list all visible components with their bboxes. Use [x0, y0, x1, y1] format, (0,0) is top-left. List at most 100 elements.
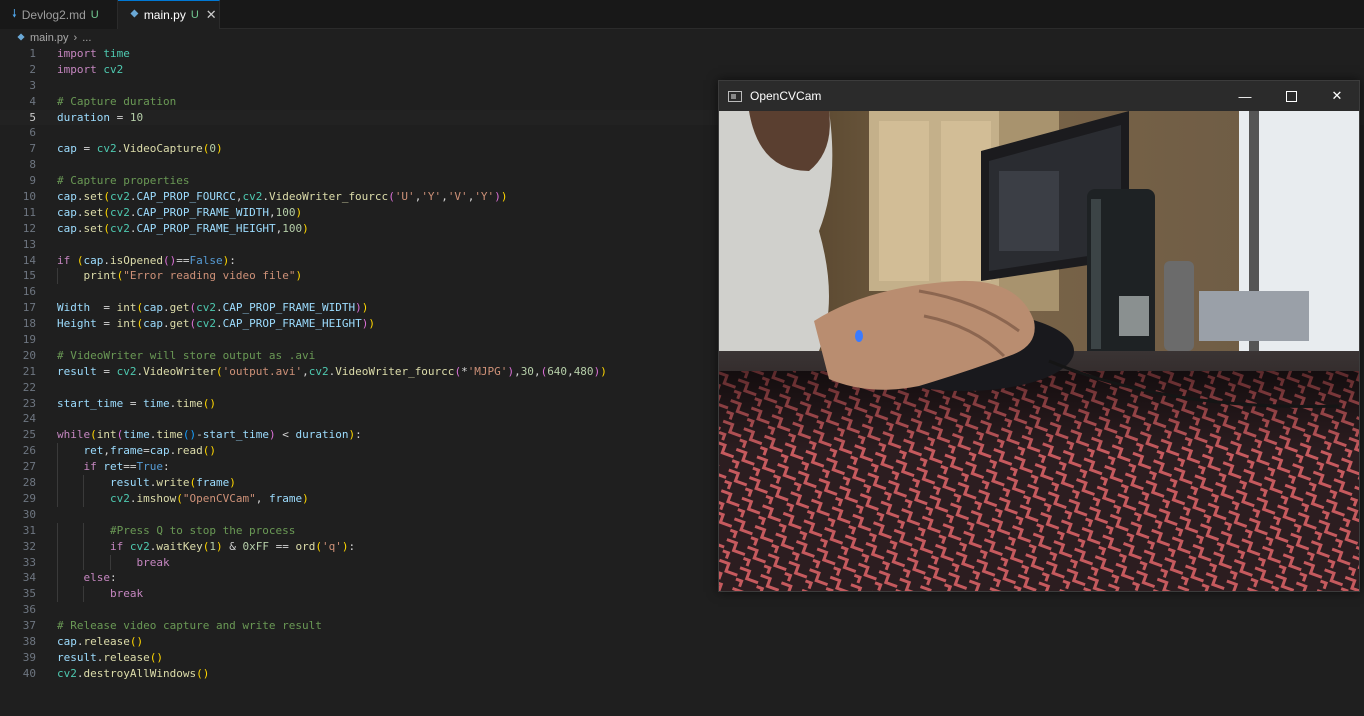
code-text: break: [109, 587, 144, 601]
line-number: 35: [22, 587, 36, 601]
code-text: # Release video capture and write result: [57, 619, 322, 633]
code-line[interactable]: 36: [0, 602, 1364, 618]
code-text: cv2.destroyAllWindows(): [57, 666, 210, 680]
line-number: 21: [22, 364, 36, 378]
maximize-button[interactable]: [1268, 81, 1314, 111]
line-number: 12: [22, 221, 36, 235]
code-text: result.release(): [57, 650, 163, 664]
camera-frame-image: [719, 111, 1359, 591]
code-line[interactable]: 37 # Release video capture and write resu…: [0, 618, 1364, 634]
code-line[interactable]: 1 import time: [0, 46, 1364, 62]
line-number: 30: [22, 507, 36, 521]
code-text: # Capture duration: [57, 94, 177, 108]
line-number: 36: [22, 603, 36, 617]
code-line[interactable]: 2 import cv2: [0, 62, 1364, 78]
close-icon: ✕: [1331, 88, 1343, 103]
line-number: 39: [22, 650, 36, 664]
code-text: print("Error reading video file"): [83, 269, 303, 283]
code-text: cap.set(cv2.CAP_PROP_FRAME_HEIGHT,100): [57, 221, 309, 235]
code-text: Width = int(cap.get(cv2.CAP_PROP_FRAME_W…: [57, 301, 369, 315]
tab-label: Devlog2.md: [21, 7, 86, 22]
tab-devlog2-md[interactable]: 🠗 Devlog2.md U: [0, 0, 118, 29]
line-number: 40: [22, 666, 36, 680]
line-number: 22: [22, 380, 36, 394]
opencv-window-titlebar[interactable]: OpenCVCam — ✕: [719, 81, 1359, 111]
line-number: 32: [22, 539, 36, 553]
line-number: 2: [29, 62, 36, 76]
code-line[interactable]: 39 result.release(): [0, 650, 1364, 666]
code-text: import cv2: [57, 62, 124, 76]
code-text: cv2.imshow("OpenCVCam", frame): [109, 491, 309, 505]
code-text: # Capture properties: [57, 174, 190, 188]
camera-feed: [719, 111, 1359, 591]
untracked-badge: U: [190, 9, 199, 21]
code-text: import time: [57, 47, 130, 60]
code-text: Height = int(cap.get(cv2.CAP_PROP_FRAME_…: [57, 317, 375, 331]
line-number: 13: [22, 237, 36, 251]
code-text: #Press Q to stop the process: [109, 523, 296, 537]
code-text: if cv2.waitKey(1) & 0xFF == ord('q'):: [109, 539, 356, 553]
line-number: 6: [29, 126, 36, 140]
line-number: 9: [29, 174, 36, 188]
code-text: while(int(time.time()-start_time) < dura…: [57, 428, 362, 442]
line-number: 16: [22, 285, 36, 299]
line-number: 20: [22, 348, 36, 362]
code-text: ret,frame=cap.read(): [83, 444, 217, 458]
line-number: 14: [22, 253, 36, 267]
tab-main-py[interactable]: ⯁ main.py U ✕: [118, 0, 220, 29]
line-number: 28: [22, 476, 36, 490]
minimize-icon: —: [1238, 88, 1252, 104]
maximize-icon: [1285, 90, 1297, 102]
line-number: 5: [29, 110, 36, 124]
line-number: 37: [22, 619, 36, 633]
code-text: start_time = time.time(): [57, 396, 216, 410]
opencv-window[interactable]: OpenCVCam — ✕: [718, 80, 1360, 592]
line-number: 19: [22, 333, 36, 347]
line-number: 8: [29, 158, 36, 172]
line-number: 15: [22, 269, 36, 283]
line-number: 18: [22, 317, 36, 331]
code-text: cap = cv2.VideoCapture(0): [57, 142, 223, 156]
line-number: 25: [22, 428, 36, 442]
code-line[interactable]: 40 cv2.destroyAllWindows(): [0, 666, 1364, 682]
code-text: if ret==True:: [83, 460, 170, 474]
untracked-badge: U: [90, 8, 99, 21]
line-number: 11: [22, 205, 36, 219]
line-number: 31: [22, 523, 36, 537]
line-number: 7: [29, 142, 36, 156]
line-number: 1: [29, 47, 36, 60]
line-number: 26: [22, 444, 36, 458]
line-number: 3: [29, 78, 36, 92]
line-number: 4: [29, 94, 36, 108]
line-number: 33: [22, 555, 36, 569]
code-text: cap.release(): [57, 634, 144, 648]
python-icon: ⯁: [130, 8, 139, 21]
window-app-icon: [728, 90, 742, 102]
code-text: # VideoWriter will store output as .avi: [57, 348, 316, 362]
line-number: 24: [22, 412, 36, 426]
line-number: 10: [22, 190, 36, 204]
breadcrumb-file[interactable]: main.py: [30, 32, 69, 44]
line-number: 34: [22, 571, 36, 585]
line-number: 17: [22, 301, 36, 315]
tab-label: main.py: [143, 8, 186, 22]
code-text: else:: [83, 571, 117, 585]
editor-tab-bar: 🠗 Devlog2.md U ⯁ main.py U ✕: [0, 0, 1364, 29]
line-number: 38: [22, 634, 36, 648]
code-text: break: [136, 555, 170, 569]
breadcrumb-more[interactable]: ...: [82, 32, 91, 44]
line-number: 29: [22, 491, 36, 505]
python-icon: ⯁: [17, 32, 25, 44]
chevron-right-icon: ›: [73, 32, 78, 44]
line-number: 23: [22, 396, 36, 410]
code-line[interactable]: 38 cap.release(): [0, 634, 1364, 650]
breadcrumb: ⯁ main.py › ...: [17, 30, 91, 46]
line-number: 27: [22, 460, 36, 474]
close-button[interactable]: ✕: [1314, 81, 1360, 111]
close-tab-icon[interactable]: ✕: [206, 7, 217, 23]
code-text: cap.set(cv2.CAP_PROP_FRAME_WIDTH,100): [57, 205, 303, 219]
code-text: duration = 10: [57, 110, 144, 124]
code-text: cap.set(cv2.CAP_PROP_FOURCC,cv2.VideoWri…: [57, 190, 508, 204]
code-text: result.write(frame): [109, 476, 236, 490]
minimize-button[interactable]: —: [1222, 81, 1268, 111]
